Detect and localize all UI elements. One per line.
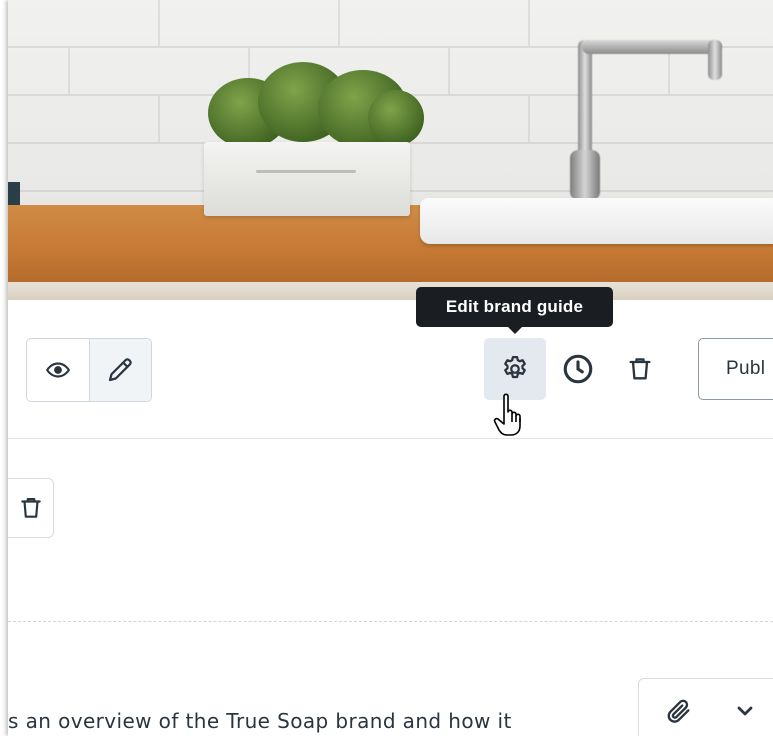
edit-button[interactable] <box>88 339 151 401</box>
paperclip-icon <box>665 697 693 725</box>
faucet-arm <box>582 40 722 54</box>
sink <box>420 198 773 244</box>
expand-button[interactable] <box>727 693 763 729</box>
trash-icon <box>626 355 654 383</box>
delete-button[interactable] <box>609 338 671 400</box>
tile-joint <box>338 0 340 46</box>
editor-actions <box>638 678 773 736</box>
tile-joint <box>528 96 530 142</box>
hand-cursor-icon <box>492 390 534 438</box>
section-delete-button[interactable] <box>8 478 54 538</box>
chevron-down-icon <box>733 699 757 723</box>
view-button[interactable] <box>27 339 89 401</box>
editor-body-text[interactable]: s an overview of the True Soap brand and… <box>8 709 512 733</box>
app-frame: Publ Edit brand guide s an overview of t… <box>8 0 773 736</box>
faucet-tip <box>708 40 722 80</box>
attach-button[interactable] <box>661 693 697 729</box>
planter-label <box>256 170 356 173</box>
tooltip-text: Edit brand guide <box>445 297 584 316</box>
tile-joint <box>68 48 70 94</box>
view-mode-toggle <box>26 338 152 402</box>
faucet-base <box>570 150 600 200</box>
tile-joint <box>668 48 670 94</box>
history-button[interactable] <box>547 338 609 400</box>
plant-leaves <box>368 90 424 146</box>
planter <box>204 142 410 216</box>
pencil-icon <box>105 355 135 385</box>
tile-joint <box>158 0 160 46</box>
gear-icon <box>500 354 530 384</box>
section-divider <box>8 621 773 622</box>
publish-button[interactable]: Publ <box>698 338 773 400</box>
cover-image <box>8 0 773 300</box>
tile-joint <box>448 48 450 94</box>
tile-joint <box>158 96 160 142</box>
page-toolbar: Publ <box>8 300 773 439</box>
clock-icon <box>561 352 595 386</box>
eye-icon <box>45 357 71 383</box>
tile-joint <box>528 0 530 46</box>
publish-label: Publ <box>726 358 766 379</box>
cabinet <box>8 282 773 300</box>
trash-icon <box>18 495 44 521</box>
tooltip: Edit brand guide <box>416 287 613 334</box>
